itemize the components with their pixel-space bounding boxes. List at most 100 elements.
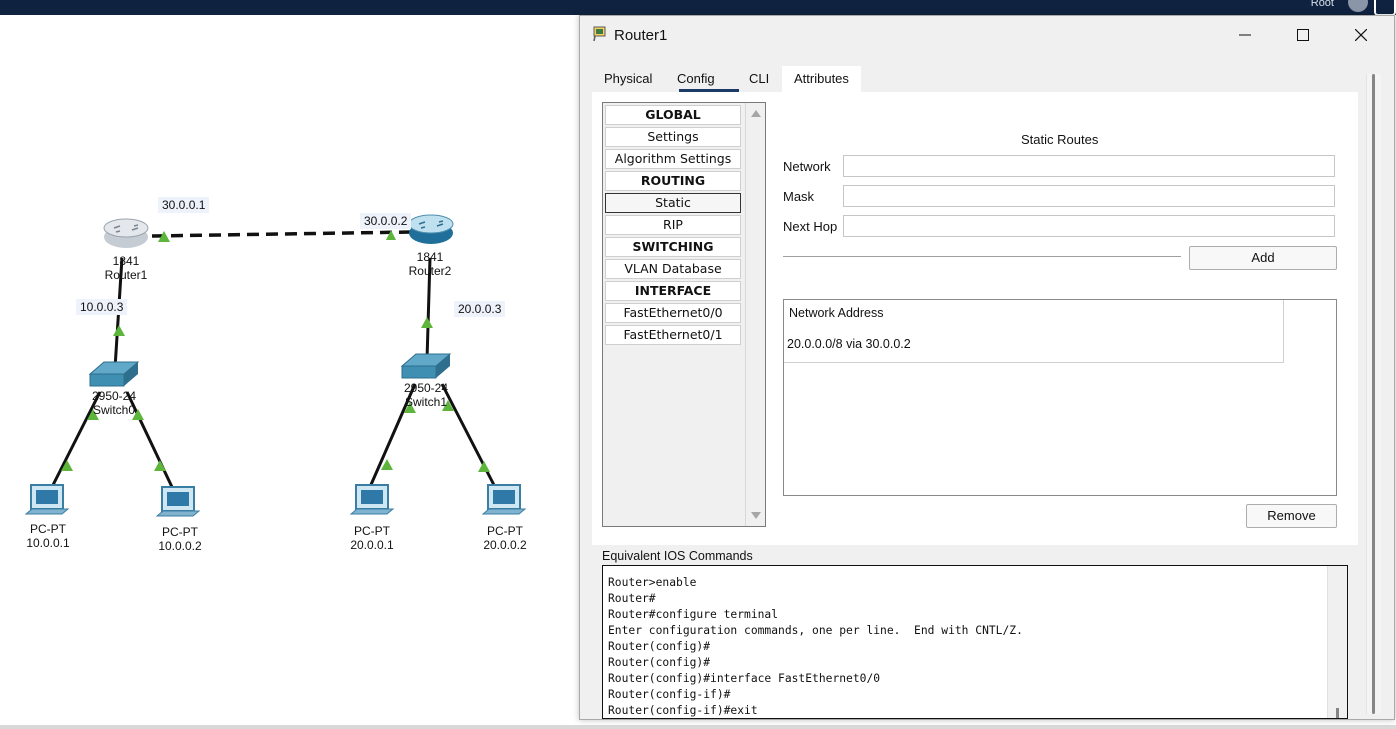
scroll-up-icon[interactable] (751, 110, 761, 117)
ios-line: Enter configuration commands, one per li… (608, 624, 1023, 637)
taskbar: Root (0, 0, 1396, 16)
router2-model: 1841 (416, 250, 444, 264)
pc-ip: 10.0.0.2 (158, 539, 202, 553)
pc-ip: 20.0.0.1 (350, 538, 394, 552)
workspace-bottom-bar (0, 725, 1396, 729)
router2-label: 1841 Router2 (404, 250, 456, 278)
pc-type: PC-PT (354, 524, 390, 538)
pc-ip: 20.0.0.2 (483, 538, 527, 552)
router1-label: 1841 Router1 (100, 254, 152, 282)
ios-line: Router(config-if)# (608, 688, 731, 701)
router1-window: Router1 Physical Config CLI Attributes G… (579, 15, 1395, 720)
minimize-button[interactable] (1222, 20, 1268, 50)
menu-item-settings[interactable]: Settings (605, 127, 741, 147)
window-title: Router1 (614, 27, 668, 44)
switch0-model: 2950-24 (91, 389, 137, 403)
maximize-icon (1297, 29, 1309, 41)
ip-label-30-0-0-2: 30.0.0.2 (360, 213, 412, 229)
mask-input[interactable] (843, 185, 1335, 207)
add-button[interactable]: Add (1189, 246, 1337, 270)
ios-line: Router(config-if)#exit (608, 704, 758, 717)
ios-line: Router#configure terminal (608, 608, 779, 621)
switch0-name: Switch0 (92, 403, 136, 417)
ip-label-10-0-0-3: 10.0.0.3 (76, 299, 128, 315)
menu-header-interface[interactable]: INTERFACE (605, 281, 741, 301)
menu-item-fastethernet0-1[interactable]: FastEthernet0/1 (605, 325, 741, 345)
network-address-header: Network Address (789, 306, 884, 320)
maximize-button[interactable] (1280, 20, 1326, 50)
avatar[interactable] (1348, 0, 1368, 12)
title-bar[interactable]: Router1 (580, 16, 1394, 54)
pc-icon[interactable] (155, 486, 201, 517)
next-hop-label: Next Hop (783, 219, 838, 234)
scroll-down-icon[interactable] (751, 512, 761, 519)
ip-label-20-0-0-3: 20.0.0.3 (454, 301, 506, 317)
menu-header-switching[interactable]: SWITCHING (605, 237, 741, 257)
switch0-icon[interactable] (88, 361, 140, 387)
router2-icon[interactable] (408, 214, 454, 244)
router1-icon[interactable] (103, 218, 149, 248)
pc-ip: 10.0.0.1 (26, 536, 70, 550)
remove-button[interactable]: Remove (1246, 504, 1337, 528)
pc-icon[interactable] (24, 484, 70, 515)
mask-label: Mask (783, 189, 815, 204)
pc-type: PC-PT (487, 524, 523, 538)
pc-label: PC-PT 20.0.0.2 (475, 524, 535, 552)
ios-lines: Router>enable Router# Router#configure ter… (608, 575, 1023, 718)
user-name: Root (1310, 0, 1334, 9)
switch0-label: 2950-24 Switch0 (84, 389, 144, 417)
router1-name: Router1 (104, 268, 148, 282)
switch1-label: 2950-24 Switch1 (396, 381, 456, 409)
router2-name: Router2 (408, 264, 452, 278)
ios-line: Router>enable (608, 576, 697, 589)
router1-model: 1841 (112, 254, 140, 268)
pc-type: PC-PT (162, 525, 198, 539)
switch1-icon[interactable] (400, 353, 452, 379)
topology-canvas[interactable] (0, 15, 580, 720)
tab-physical[interactable]: Physical (592, 66, 664, 92)
switch1-model: 2950-24 (403, 381, 449, 395)
routes-list[interactable]: Network Address 20.0.0.0/8 via 30.0.0.2 (783, 299, 1337, 496)
ios-line: Router(config)# (608, 640, 711, 653)
menu-item-fastethernet0-0[interactable]: FastEthernet0/0 (605, 303, 741, 323)
link-router1-router2[interactable] (151, 230, 413, 238)
console-scrollbar[interactable] (1327, 566, 1347, 718)
desktop-icon[interactable] (1374, 0, 1396, 16)
scrollbar-thumb[interactable] (1372, 74, 1375, 714)
ios-line: Router(config)#interface FastEthernet0/0 (608, 672, 881, 685)
ios-commands-label: Equivalent IOS Commands (602, 549, 753, 563)
menu-header-global[interactable]: GLOBAL (605, 105, 741, 125)
tab-cli[interactable]: CLI (737, 66, 781, 92)
tab-bar: Physical Config CLI Attributes (592, 66, 1358, 92)
pc-label: PC-PT 20.0.0.1 (342, 524, 402, 552)
menu-item-vlan-database[interactable]: VLAN Database (605, 259, 741, 279)
menu-item-rip[interactable]: RIP (605, 215, 741, 235)
menu-header-routing[interactable]: ROUTING (605, 171, 741, 191)
pc-icon[interactable] (481, 484, 527, 515)
next-hop-input[interactable] (843, 215, 1335, 237)
network-input[interactable] (843, 155, 1335, 177)
network-label: Network (783, 159, 831, 174)
pc-label: PC-PT 10.0.0.2 (150, 525, 210, 553)
router-app-icon (593, 26, 606, 42)
pc-label: PC-PT 10.0.0.1 (18, 522, 78, 550)
config-panel: GLOBAL Settings Algorithm Settings ROUTI… (592, 92, 1358, 545)
pc-type: PC-PT (30, 522, 66, 536)
route-entry[interactable]: 20.0.0.0/8 via 30.0.0.2 (787, 337, 911, 351)
menu-scrollbar[interactable] (745, 103, 765, 526)
static-routes-title: Static Routes (1021, 132, 1099, 147)
close-button[interactable] (1338, 20, 1384, 50)
network-address-column: Network Address 20.0.0.0/8 via 30.0.0.2 (784, 300, 1284, 363)
ios-line: Router# (608, 592, 656, 605)
menu-item-static[interactable]: Static (605, 193, 741, 213)
ios-line: Router(config)# (608, 656, 711, 669)
window-scrollbar[interactable] (1366, 74, 1381, 714)
separator (783, 256, 1181, 257)
pc-icon[interactable] (349, 484, 395, 515)
console-scrollbar-thumb[interactable] (1336, 708, 1339, 718)
tab-attributes[interactable]: Attributes (782, 66, 861, 92)
config-menu: GLOBAL Settings Algorithm Settings ROUTI… (602, 102, 766, 527)
menu-item-algorithm-settings[interactable]: Algorithm Settings (605, 149, 741, 169)
minimize-icon (1239, 34, 1251, 36)
ios-commands-console[interactable]: Router>enable Router# Router#configure ter… (602, 565, 1348, 719)
